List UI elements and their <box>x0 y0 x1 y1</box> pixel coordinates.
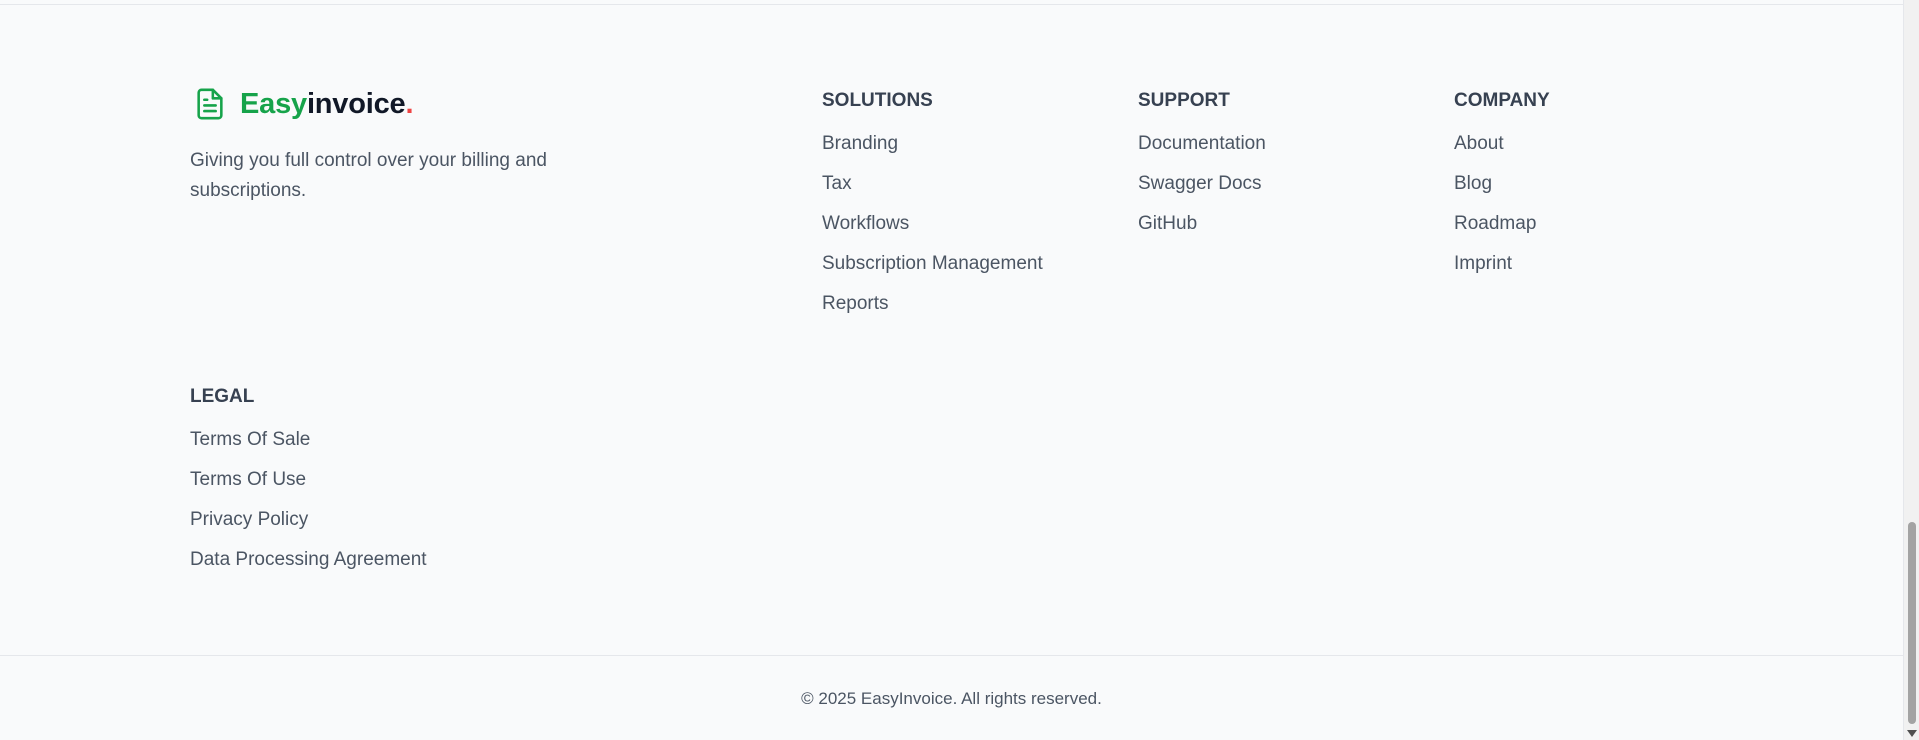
list-item: Branding <box>822 133 1043 173</box>
column-heading-legal: LEGAL <box>190 386 255 407</box>
list-item: GitHub <box>1138 213 1266 253</box>
link-tax[interactable]: Tax <box>822 173 852 195</box>
footer-column-solutions: SOLUTIONS Branding Tax Workflows Subscri… <box>822 88 1043 333</box>
list-item: Roadmap <box>1454 213 1550 253</box>
logo-text-easy: Easy <box>240 87 307 120</box>
link-blog[interactable]: Blog <box>1454 173 1492 195</box>
column-heading-solutions: SOLUTIONS <box>822 90 933 111</box>
list-item: Workflows <box>822 213 1043 253</box>
copyright-text: © 2025 EasyInvoice. All rights reserved. <box>801 689 1102 708</box>
logo-dot: . <box>405 87 414 120</box>
footer-column-support: SUPPORT Documentation Swagger Docs GitHu… <box>1138 88 1266 253</box>
vertical-scrollbar[interactable] <box>1903 0 1919 740</box>
solutions-links: Branding Tax Workflows Subscription Mana… <box>822 133 1043 333</box>
brand-block: Easyinvoice. Giving you full control ove… <box>190 84 610 206</box>
list-item: Terms Of Use <box>190 469 427 509</box>
list-item: Swagger Docs <box>1138 173 1266 213</box>
list-item: Tax <box>822 173 1043 213</box>
footer: Easyinvoice. Giving you full control ove… <box>0 0 1903 740</box>
scrollbar-thumb[interactable] <box>1908 522 1916 724</box>
link-about[interactable]: About <box>1454 133 1504 155</box>
footer-column-legal: LEGAL Terms Of Sale Terms Of Use Privacy… <box>190 384 427 589</box>
scroll-down-arrow-icon[interactable] <box>1907 730 1917 737</box>
link-imprint[interactable]: Imprint <box>1454 253 1512 275</box>
company-links: About Blog Roadmap Imprint <box>1454 133 1550 293</box>
link-privacy-policy[interactable]: Privacy Policy <box>190 509 308 531</box>
brand-tagline: Giving you full control over your billin… <box>190 150 547 201</box>
link-workflows[interactable]: Workflows <box>822 213 909 235</box>
logo-text-invoice: invoice <box>306 87 406 120</box>
link-documentation[interactable]: Documentation <box>1138 133 1266 155</box>
link-data-processing-agreement[interactable]: Data Processing Agreement <box>190 549 427 571</box>
list-item: Privacy Policy <box>190 509 427 549</box>
link-branding[interactable]: Branding <box>822 133 898 155</box>
footer-column-company: COMPANY About Blog Roadmap Imprint <box>1454 88 1550 293</box>
list-item: Reports <box>822 293 1043 333</box>
list-item: Data Processing Agreement <box>190 549 427 589</box>
link-terms-of-use[interactable]: Terms Of Use <box>190 469 306 491</box>
list-item: Imprint <box>1454 253 1550 293</box>
link-terms-of-sale[interactable]: Terms Of Sale <box>190 429 310 451</box>
list-item: Documentation <box>1138 133 1266 173</box>
bottom-divider <box>0 655 1903 656</box>
link-github[interactable]: GitHub <box>1138 213 1197 235</box>
list-item: Subscription Management <box>822 253 1043 293</box>
link-swagger-docs[interactable]: Swagger Docs <box>1138 173 1262 195</box>
page: Easyinvoice. Giving you full control ove… <box>0 0 1919 740</box>
document-icon <box>190 84 230 124</box>
link-subscription-management[interactable]: Subscription Management <box>822 253 1043 275</box>
logo[interactable]: Easyinvoice. <box>190 84 610 124</box>
list-item: About <box>1454 133 1550 173</box>
list-item: Terms Of Sale <box>190 429 427 469</box>
link-reports[interactable]: Reports <box>822 293 889 315</box>
legal-links: Terms Of Sale Terms Of Use Privacy Polic… <box>190 429 427 589</box>
logo-wordmark: Easyinvoice. <box>240 87 414 121</box>
top-divider <box>0 4 1903 5</box>
column-heading-company: COMPANY <box>1454 90 1550 111</box>
column-heading-support: SUPPORT <box>1138 90 1230 111</box>
list-item: Blog <box>1454 173 1550 213</box>
support-links: Documentation Swagger Docs GitHub <box>1138 133 1266 253</box>
link-roadmap[interactable]: Roadmap <box>1454 213 1536 235</box>
